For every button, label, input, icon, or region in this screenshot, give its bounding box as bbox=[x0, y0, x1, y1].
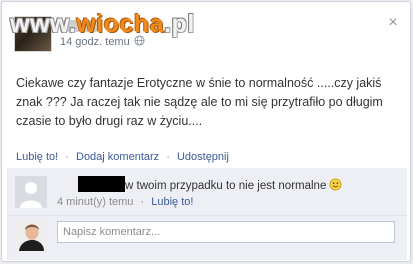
default-avatar-icon bbox=[15, 176, 47, 208]
like-link[interactable]: Lubię to! bbox=[16, 151, 58, 163]
post-card: × 14 godz. temu www.wiocha.pl Ciekawe cz… bbox=[1, 1, 411, 262]
comment-time[interactable]: 4 minut(y) temu bbox=[57, 196, 133, 208]
viewer-avatar[interactable] bbox=[15, 219, 47, 251]
comment-body: w twoim przypadku to nie jest normalne bbox=[125, 180, 327, 192]
divider bbox=[7, 215, 407, 216]
action-separator: · bbox=[166, 151, 170, 163]
post-timestamp[interactable]: 14 godz. temu bbox=[60, 35, 145, 48]
viewer-photo bbox=[15, 219, 47, 251]
comment-author-avatar[interactable] bbox=[15, 176, 47, 208]
post-body: Ciekawe czy fantazje Erotyczne w śnie to… bbox=[16, 76, 383, 128]
comments-section: w twoim przypadku to nie jest normalne 4… bbox=[7, 168, 407, 260]
timestamp-text: 14 godz. temu bbox=[60, 36, 130, 48]
meta-separator: · bbox=[140, 196, 145, 208]
add-comment-link[interactable]: Dodaj komentarz bbox=[76, 151, 159, 163]
smiley-icon bbox=[329, 178, 342, 191]
comment-input[interactable] bbox=[57, 221, 395, 243]
action-separator: · bbox=[65, 151, 69, 163]
share-link[interactable]: Udostępnij bbox=[177, 151, 229, 163]
close-icon[interactable]: × bbox=[386, 15, 400, 31]
comment-text: w twoim przypadku to nie jest normalne bbox=[125, 178, 342, 192]
globe-icon bbox=[134, 35, 145, 46]
comment-meta: 4 minut(y) temu · Lubię to! bbox=[57, 196, 193, 208]
author-avatar[interactable] bbox=[14, 16, 52, 52]
comment-item: w twoim przypadku to nie jest normalne 4… bbox=[7, 174, 407, 212]
comment-author-redacted bbox=[78, 176, 125, 192]
post-actions: Lubię to! · Dodaj komentarz · Udostępnij bbox=[16, 151, 229, 163]
comment-like-link[interactable]: Lubię to! bbox=[151, 196, 193, 208]
author-name-redacted bbox=[60, 20, 100, 32]
